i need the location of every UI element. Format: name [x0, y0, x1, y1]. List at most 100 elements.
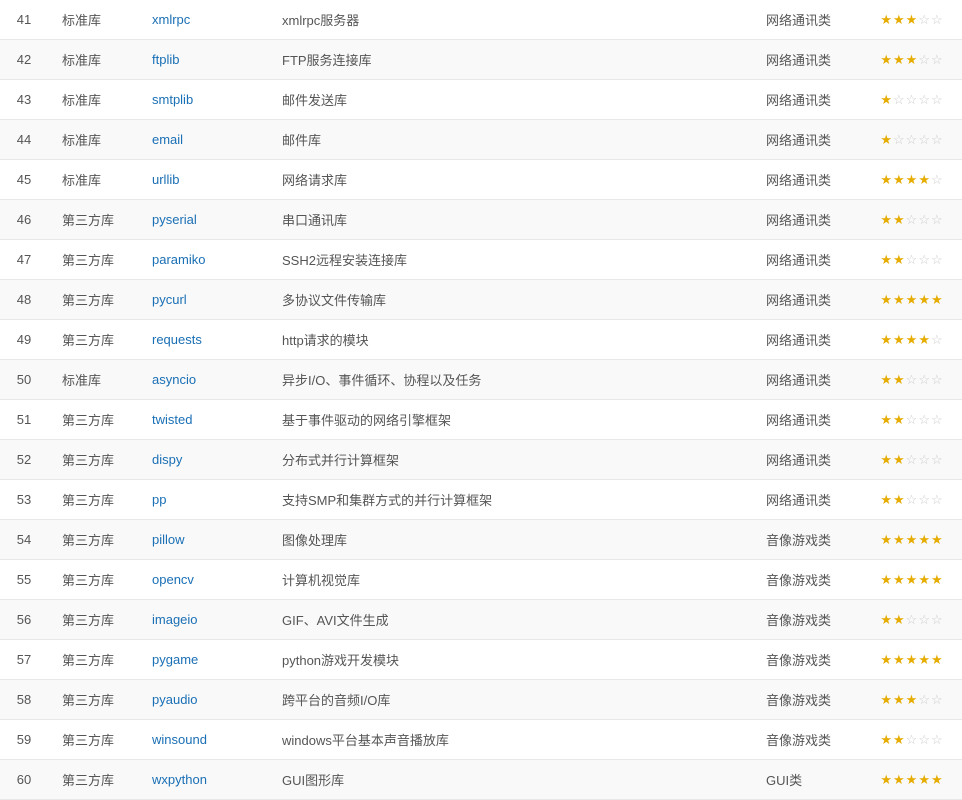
library-description: 支持SMP和集群方式的并行计算框架 — [268, 480, 752, 520]
library-type: 第三方库 — [48, 680, 138, 720]
star-empty-icon: ☆ — [918, 372, 931, 387]
library-category: 网络通讯类 — [752, 160, 862, 200]
table-row: 52 第三方库 dispy 分布式并行计算框架 网络通讯类 ★★☆☆☆ — [0, 440, 962, 480]
star-filled-icon: ★ — [880, 412, 893, 427]
star-filled-icon: ★ — [906, 772, 919, 787]
table-row: 48 第三方库 pycurl 多协议文件传输库 网络通讯类 ★★★★★ — [0, 280, 962, 320]
library-description: 多协议文件传输库 — [268, 280, 752, 320]
star-empty-icon: ☆ — [918, 492, 931, 507]
star-filled-icon: ★ — [931, 532, 944, 547]
library-category: 音像游戏类 — [752, 600, 862, 640]
library-rating: ★★★★★ — [862, 560, 962, 600]
star-filled-icon: ★ — [880, 372, 893, 387]
library-name: winsound — [138, 720, 268, 760]
library-type: 第三方库 — [48, 720, 138, 760]
star-empty-icon: ☆ — [918, 612, 931, 627]
library-category: 网络通讯类 — [752, 240, 862, 280]
star-filled-icon: ★ — [931, 772, 944, 787]
library-category: 网络通讯类 — [752, 280, 862, 320]
library-type: 第三方库 — [48, 480, 138, 520]
star-empty-icon: ☆ — [906, 92, 919, 107]
library-description: FTP服务连接库 — [268, 40, 752, 80]
row-number: 58 — [0, 680, 48, 720]
table-row: 57 第三方库 pygame python游戏开发模块 音像游戏类 ★★★★★ — [0, 640, 962, 680]
table-row: 60 第三方库 wxpython GUI图形库 GUI类 ★★★★★ — [0, 760, 962, 800]
star-filled-icon: ★ — [931, 652, 944, 667]
star-empty-icon: ☆ — [931, 132, 944, 147]
library-type: 第三方库 — [48, 560, 138, 600]
library-name: imageio — [138, 600, 268, 640]
library-type: 标准库 — [48, 120, 138, 160]
library-type: 标准库 — [48, 40, 138, 80]
library-category: 网络通讯类 — [752, 120, 862, 160]
library-rating: ★★★★★ — [862, 640, 962, 680]
library-name: pygame — [138, 640, 268, 680]
star-empty-icon: ☆ — [931, 212, 944, 227]
star-empty-icon: ☆ — [906, 452, 919, 467]
row-number: 55 — [0, 560, 48, 600]
library-rating: ★★☆☆☆ — [862, 440, 962, 480]
star-empty-icon: ☆ — [906, 212, 919, 227]
table-row: 59 第三方库 winsound windows平台基本声音播放库 音像游戏类 … — [0, 720, 962, 760]
star-filled-icon: ★ — [880, 532, 893, 547]
star-empty-icon: ☆ — [918, 252, 931, 267]
star-empty-icon: ☆ — [906, 372, 919, 387]
library-description: GUI图形库 — [268, 760, 752, 800]
star-filled-icon: ★ — [906, 572, 919, 587]
star-filled-icon: ★ — [880, 612, 893, 627]
library-rating: ★★★★★ — [862, 520, 962, 560]
star-filled-icon: ★ — [880, 652, 893, 667]
star-empty-icon: ☆ — [918, 412, 931, 427]
library-description: 基于事件驱动的网络引擎框架 — [268, 400, 752, 440]
star-empty-icon: ☆ — [931, 372, 944, 387]
star-empty-icon: ☆ — [906, 252, 919, 267]
star-filled-icon: ★ — [880, 92, 893, 107]
library-description: 图像处理库 — [268, 520, 752, 560]
library-type: 第三方库 — [48, 520, 138, 560]
table-row: 51 第三方库 twisted 基于事件驱动的网络引擎框架 网络通讯类 ★★☆☆… — [0, 400, 962, 440]
library-category: 网络通讯类 — [752, 480, 862, 520]
library-name: pp — [138, 480, 268, 520]
table-row: 44 标准库 email 邮件库 网络通讯类 ★☆☆☆☆ — [0, 120, 962, 160]
library-table: 41 标准库 xmlrpc xmlrpc服务器 网络通讯类 ★★★☆☆ 42 标… — [0, 0, 962, 800]
library-name: ftplib — [138, 40, 268, 80]
star-empty-icon: ☆ — [918, 732, 931, 747]
library-type: 标准库 — [48, 80, 138, 120]
library-rating: ★★★★★ — [862, 760, 962, 800]
table-row: 54 第三方库 pillow 图像处理库 音像游戏类 ★★★★★ — [0, 520, 962, 560]
star-filled-icon: ★ — [906, 292, 919, 307]
star-filled-icon: ★ — [893, 52, 906, 67]
library-description: 邮件发送库 — [268, 80, 752, 120]
library-description: xmlrpc服务器 — [268, 0, 752, 40]
row-number: 51 — [0, 400, 48, 440]
star-filled-icon: ★ — [893, 332, 906, 347]
star-filled-icon: ★ — [893, 532, 906, 547]
library-type: 标准库 — [48, 360, 138, 400]
library-category: 网络通讯类 — [752, 80, 862, 120]
library-rating: ★★☆☆☆ — [862, 480, 962, 520]
row-number: 53 — [0, 480, 48, 520]
row-number: 48 — [0, 280, 48, 320]
star-filled-icon: ★ — [893, 732, 906, 747]
library-name: twisted — [138, 400, 268, 440]
library-rating: ★★★★★ — [862, 280, 962, 320]
library-category: 网络通讯类 — [752, 320, 862, 360]
library-category: 网络通讯类 — [752, 200, 862, 240]
row-number: 60 — [0, 760, 48, 800]
table-row: 43 标准库 smtplib 邮件发送库 网络通讯类 ★☆☆☆☆ — [0, 80, 962, 120]
star-filled-icon: ★ — [906, 692, 919, 707]
library-name: urllib — [138, 160, 268, 200]
library-category: 音像游戏类 — [752, 640, 862, 680]
star-filled-icon: ★ — [906, 172, 919, 187]
library-description: 串口通讯库 — [268, 200, 752, 240]
star-filled-icon: ★ — [893, 252, 906, 267]
star-filled-icon: ★ — [893, 612, 906, 627]
star-empty-icon: ☆ — [931, 412, 944, 427]
star-filled-icon: ★ — [918, 172, 931, 187]
library-category: 网络通讯类 — [752, 360, 862, 400]
star-empty-icon: ☆ — [931, 252, 944, 267]
library-category: 网络通讯类 — [752, 0, 862, 40]
table-row: 42 标准库 ftplib FTP服务连接库 网络通讯类 ★★★☆☆ — [0, 40, 962, 80]
star-filled-icon: ★ — [880, 132, 893, 147]
star-filled-icon: ★ — [906, 12, 919, 27]
